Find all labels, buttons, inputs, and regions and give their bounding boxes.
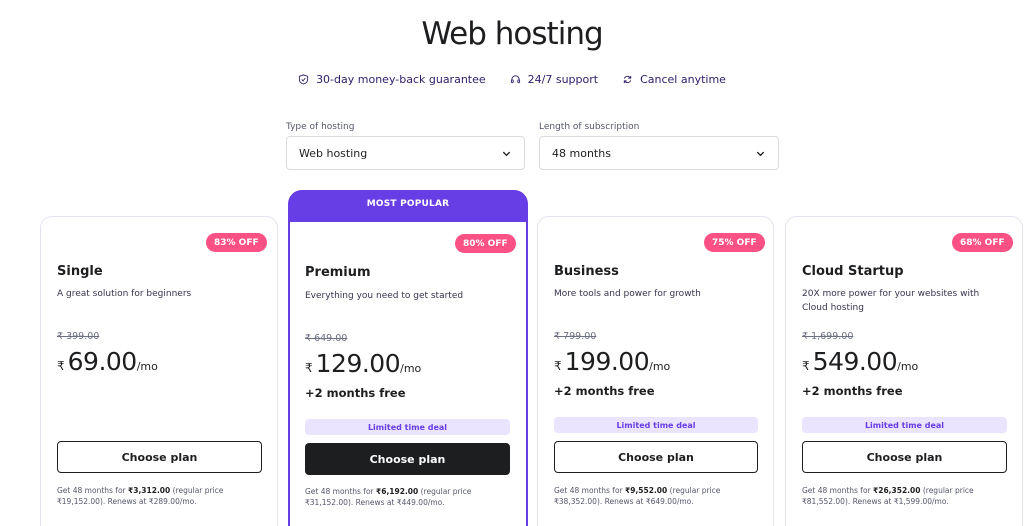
limited-deal-tag: Limited time deal (802, 417, 1007, 433)
page-title: Web hosting (421, 16, 603, 52)
plan-price: ₹ 199.00 /mo (554, 347, 670, 376)
bonus-months: +2 months free (305, 386, 406, 400)
plan-name: Premium (305, 265, 371, 280)
original-price: ₹ 399.00 (57, 331, 100, 342)
plan-description: A great solution for beginners (57, 289, 192, 299)
feature-support: 24/7 support (510, 73, 598, 86)
feature-label: 24/7 support (527, 73, 599, 86)
discount-badge: 80% OFF (455, 234, 516, 253)
bonus-months: +2 months free (554, 384, 655, 398)
price-amount: 69.00 (67, 347, 138, 376)
plan-description: 20X more power for your websites with Cl… (802, 289, 980, 313)
currency-symbol: ₹ (57, 359, 65, 373)
price-period: /mo (649, 360, 671, 373)
price-amount: 549.00 (812, 347, 898, 376)
shield-icon (298, 74, 309, 85)
price-period: /mo (136, 360, 158, 373)
plan-description: Everything you need to get started (305, 291, 464, 301)
discount-badge: 75% OFF (704, 233, 765, 252)
cycle-icon (623, 75, 632, 84)
original-price: ₹ 1,699.00 (802, 331, 854, 342)
feature-list: 30-day money-back guarantee 24/7 support… (0, 73, 1024, 86)
plan-price: ₹ 69.00 /mo (57, 347, 158, 376)
choose-plan-button[interactable]: Choose plan (57, 441, 262, 473)
discount-badge: 83% OFF (206, 233, 267, 252)
choose-plan-button[interactable]: Choose plan (802, 441, 1007, 473)
choose-plan-button[interactable]: Choose plan (305, 443, 510, 475)
subscription-label: Length of subscription (539, 122, 640, 132)
limited-deal-tag: Limited time deal (305, 419, 510, 435)
plan-price: ₹ 129.00 /mo (305, 349, 421, 378)
currency-symbol: ₹ (305, 361, 313, 375)
renewal-note: Get 48 months for ₹9,552.00 (regular pri… (554, 486, 721, 506)
feature-label: 30-day money-back guarantee (316, 73, 486, 86)
feature-cancel: Cancel anytime (622, 73, 726, 86)
feature-guarantee: 30-day money-back guarantee (298, 73, 486, 86)
headset-icon (510, 75, 520, 84)
bonus-months: +2 months free (802, 384, 903, 398)
subscription-value: 48 months (552, 146, 611, 160)
choose-plan-button[interactable]: Choose plan (554, 441, 758, 473)
renewal-note: Get 48 months for ₹26,352.00 (regular pr… (802, 486, 974, 506)
price-period: /mo (400, 362, 422, 375)
currency-symbol: ₹ (802, 359, 810, 373)
renewal-note: Get 48 months for ₹3,312.00 (regular pri… (57, 486, 224, 506)
plan-name: Single (57, 264, 103, 279)
original-price: ₹ 649.00 (305, 333, 348, 344)
hosting-type-select[interactable]: Web hosting (286, 136, 525, 170)
plan-name: Business (554, 264, 619, 279)
plan-name: Cloud Startup (802, 264, 904, 279)
price-amount: 129.00 (315, 349, 401, 378)
chevron-down-icon (502, 151, 511, 156)
feature-label: Cancel anytime (640, 73, 726, 86)
currency-symbol: ₹ (554, 359, 562, 373)
price-period: /mo (897, 360, 919, 373)
price-amount: 199.00 (564, 347, 650, 376)
plan-price: ₹ 549.00 /mo (802, 347, 918, 376)
plan-description: More tools and power for growth (554, 289, 701, 299)
hosting-type-label: Type of hosting (286, 122, 355, 132)
subscription-select[interactable]: 48 months (539, 136, 779, 170)
most-popular-banner: MOST POPULAR (289, 190, 527, 222)
original-price: ₹ 799.00 (554, 331, 597, 342)
chevron-down-icon (756, 151, 765, 156)
hosting-type-value: Web hosting (299, 146, 368, 160)
renewal-note: Get 48 months for ₹6,192.00 (regular pri… (305, 487, 472, 507)
limited-deal-tag: Limited time deal (554, 417, 758, 433)
discount-badge: 68% OFF (952, 233, 1013, 252)
